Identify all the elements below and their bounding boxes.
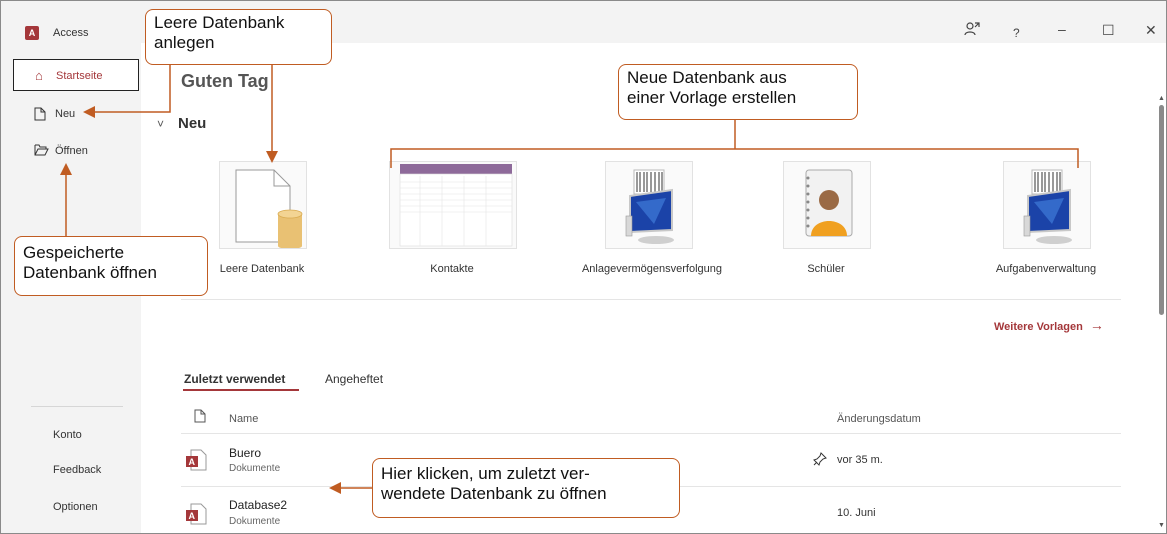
callout-zuletzt-verwendet: Hier klicken, um zuletzt ver- wendete Da… [372,458,680,518]
callout-line: Gespeicherte [23,243,125,262]
callout-line: Neue Datenbank aus [627,68,787,87]
callout-line: Datenbank öffnen [23,263,157,282]
callout-leere-datenbank: Leere Datenbank anlegen [145,9,332,65]
callout-line: Hier klicken, um zuletzt ver- [381,464,590,483]
callout-gespeicherte-datenbank: Gespeicherte Datenbank öffnen [14,236,208,296]
callout-vorlage: Neue Datenbank aus einer Vorlage erstell… [618,64,858,120]
callout-line: wendete Datenbank zu öffnen [381,484,607,503]
callout-line: anlegen [154,33,215,52]
callout-line: einer Vorlage erstellen [627,88,797,107]
callout-line: Leere Datenbank [154,13,285,32]
